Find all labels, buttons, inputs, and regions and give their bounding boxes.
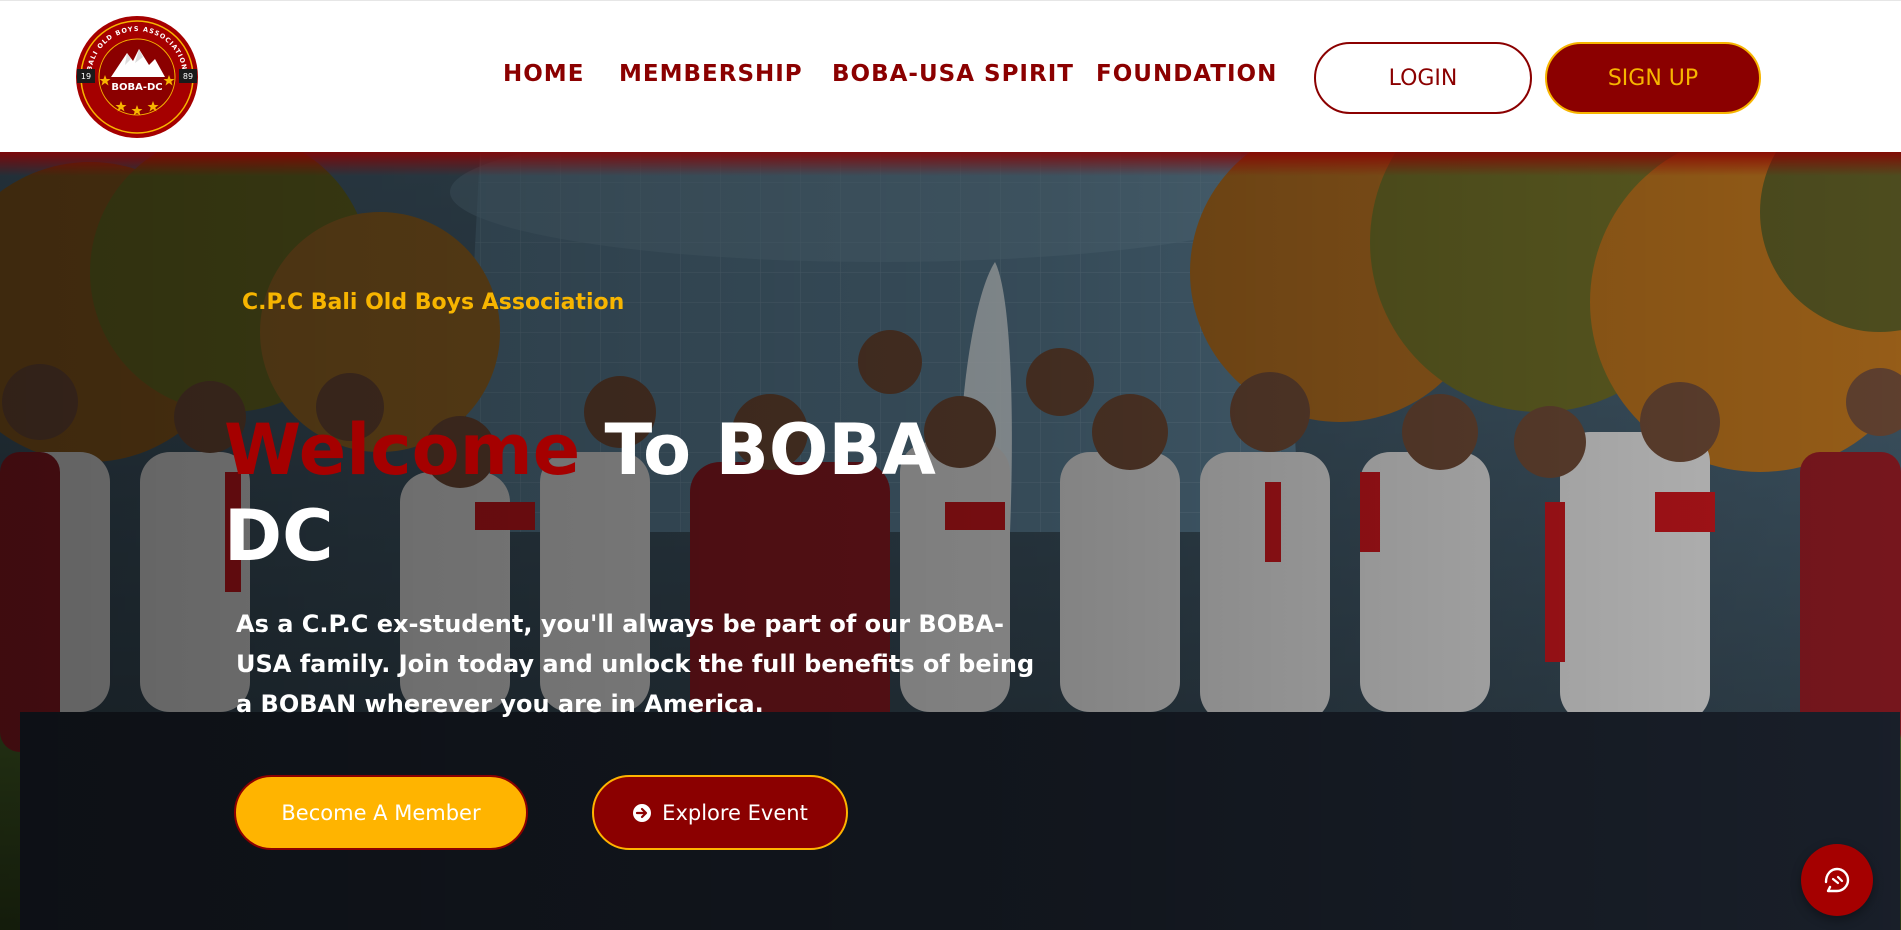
nav-foundation[interactable]: FOUNDATION xyxy=(1096,61,1277,87)
chat-support-button[interactable] xyxy=(1801,844,1873,916)
hero-description: As a C.P.C ex-student, you'll always be … xyxy=(236,610,1035,718)
nav-boba-usa-spirit[interactable]: BOBA-USA SPIRIT xyxy=(832,61,1074,87)
hero-section: C.P.C Bali Old Boys Association Welcome … xyxy=(0,152,1901,930)
signup-button[interactable]: SIGN UP xyxy=(1545,42,1761,114)
boba-dc-logo[interactable]: BALI OLD BOYS ASSOCIATION BOBA-DC 19 89 xyxy=(75,15,199,139)
explore-event-button[interactable]: Explore Event xyxy=(592,775,848,850)
arrow-circle-right-icon xyxy=(632,803,652,823)
logo-text: BOBA-DC xyxy=(111,82,162,93)
site-header: BALI OLD BOYS ASSOCIATION BOBA-DC 19 89 … xyxy=(0,0,1901,152)
hero-title-highlight: Welcome xyxy=(224,409,581,491)
hero-top-fade xyxy=(0,152,1901,176)
nav-home[interactable]: HOME xyxy=(503,61,584,87)
become-member-button[interactable]: Become A Member xyxy=(234,775,528,850)
svg-text:89: 89 xyxy=(183,72,193,81)
nav-membership[interactable]: MEMBERSHIP xyxy=(619,61,803,87)
explore-event-label: Explore Event xyxy=(662,800,808,825)
boba-dc-crest-icon: BALI OLD BOYS ASSOCIATION BOBA-DC 19 89 xyxy=(76,16,198,138)
chat-support-icon xyxy=(1824,867,1850,893)
login-button[interactable]: LOGIN xyxy=(1314,42,1532,114)
svg-text:19: 19 xyxy=(81,72,91,81)
hero-title: Welcome To BOBA DC xyxy=(224,407,984,579)
hero-subtitle: C.P.C Bali Old Boys Association xyxy=(242,290,625,315)
